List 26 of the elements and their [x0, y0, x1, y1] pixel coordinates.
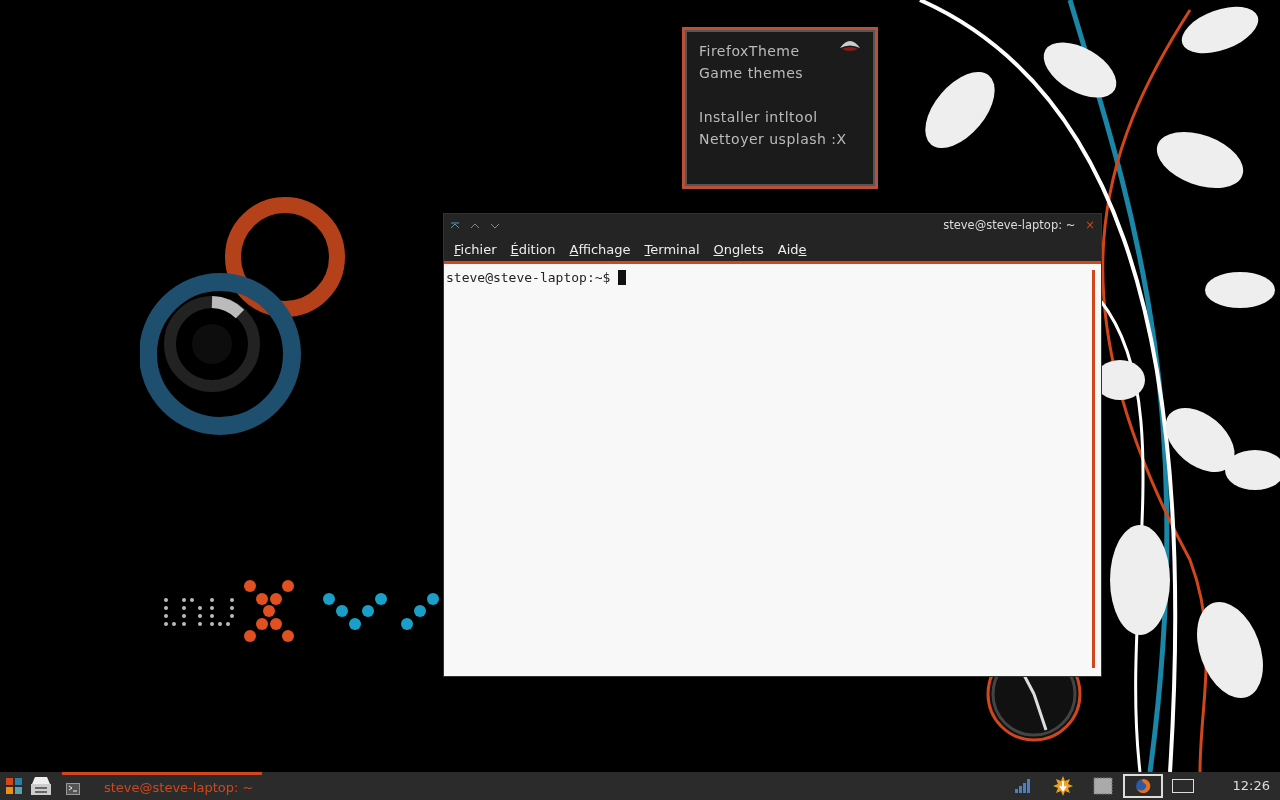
- menu-item[interactable]: Aide: [771, 237, 813, 262]
- browser-tray-button[interactable]: [1122, 774, 1163, 798]
- menu-item[interactable]: Fichier: [448, 237, 503, 262]
- window-title: steve@steve-laptop: ~: [943, 217, 1076, 235]
- clock: 12:26: [1232, 777, 1271, 796]
- menu-item[interactable]: Onglets: [707, 237, 770, 262]
- terminal-prompt: steve@steve-laptop:~$: [446, 270, 611, 285]
- note-line: Game themes: [699, 64, 804, 83]
- menu-item[interactable]: Terminal: [638, 237, 706, 262]
- desktop-icon: [1171, 779, 1194, 793]
- terminal-icon: [66, 783, 80, 795]
- signal-icon: [1014, 779, 1031, 793]
- browser-icon: [1134, 778, 1151, 794]
- close-button[interactable]: ×: [1085, 217, 1095, 235]
- menu-item[interactable]: Affichage: [563, 237, 637, 262]
- note-line: Installer intltool: [699, 108, 818, 127]
- note-pin-icon: [839, 38, 861, 52]
- menu-item[interactable]: Édition: [504, 237, 562, 262]
- note-line: Nettoyer usplash :X: [699, 130, 847, 149]
- menu-icon[interactable]: [6, 778, 22, 794]
- note-line: FirefoxTheme: [699, 42, 800, 61]
- chip-icon: [1092, 777, 1113, 795]
- text-cursor: [618, 270, 627, 285]
- drive-icon[interactable]: [30, 776, 52, 796]
- update-icon: [1052, 776, 1073, 796]
- scrollbar[interactable]: [1092, 270, 1095, 668]
